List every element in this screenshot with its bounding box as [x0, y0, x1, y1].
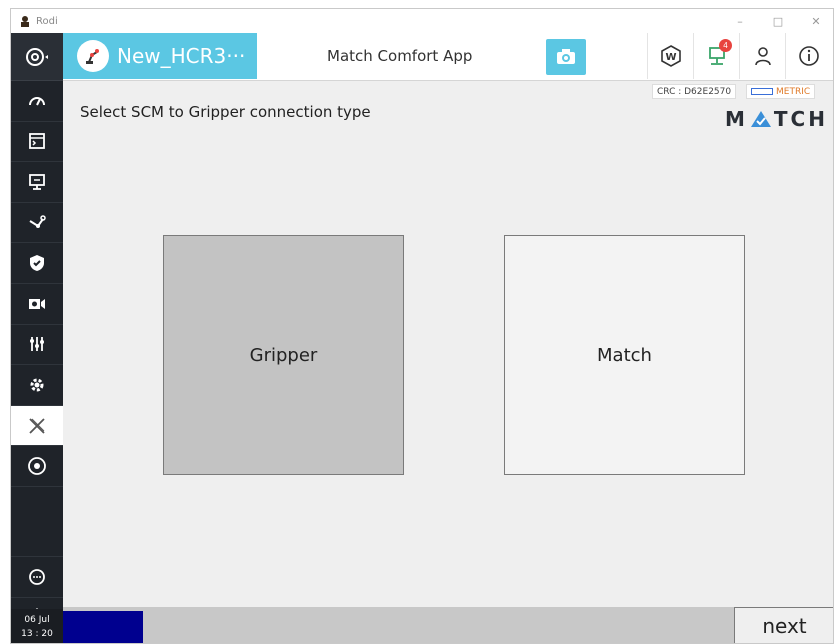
network-button[interactable]: 4	[693, 33, 739, 79]
info-button[interactable]	[785, 33, 831, 79]
camera-video-icon	[29, 298, 45, 309]
robot-avatar-icon	[77, 40, 109, 72]
svg-text:W: W	[665, 52, 676, 63]
robot-tab[interactable]: New_HCR3···	[63, 33, 257, 79]
sidebar-item-robot-arm[interactable]	[11, 203, 63, 244]
sliders-icon	[30, 337, 44, 352]
unit-label: METRIC	[776, 86, 811, 97]
maximize-button[interactable]: □	[759, 9, 797, 33]
info-icon	[798, 46, 819, 66]
progress-indicator	[63, 611, 143, 643]
unit-badge: METRIC	[746, 84, 816, 99]
logo-swirl-icon	[26, 47, 48, 66]
notification-badge: 4	[719, 39, 732, 52]
sidebar-logo-button[interactable]	[11, 33, 63, 81]
w-badge-button[interactable]: W	[647, 33, 693, 79]
app-icon	[21, 16, 29, 27]
gear-icon	[30, 378, 44, 392]
ruler-icon	[751, 88, 773, 95]
app-window: Rodi – □ ✕ 06 Jul 13: 20 New_HCR3··· Ma…	[10, 8, 834, 644]
robot-name: New_HCR3···	[117, 44, 246, 68]
sidebar-item-x-app[interactable]	[11, 405, 63, 447]
robot-arm-icon	[29, 214, 46, 228]
next-button[interactable]: next	[734, 607, 833, 643]
disc-icon	[28, 457, 46, 476]
sidebar-item-safety[interactable]	[11, 243, 63, 284]
camera-button[interactable]	[546, 39, 586, 75]
sidebar: 06 Jul 13 : 20	[11, 33, 63, 643]
sidebar-item-speed[interactable]	[11, 81, 63, 122]
match-option-button[interactable]: Match	[504, 235, 745, 475]
sidebar-item-terminal[interactable]	[11, 122, 63, 163]
chat-icon	[29, 568, 45, 585]
gripper-option-button[interactable]: Gripper	[163, 235, 404, 475]
terminal-icon	[29, 133, 45, 150]
speed-gauge-icon	[29, 96, 45, 106]
app-title: Match Comfort App	[327, 47, 473, 65]
sidebar-item-monitor[interactable]	[11, 162, 63, 203]
x-app-icon	[29, 417, 45, 434]
sidebar-spacer	[11, 487, 63, 557]
sidebar-item-settings[interactable]	[11, 365, 63, 406]
crc-badge: CRC : D62E2570	[652, 84, 737, 99]
close-button[interactable]: ✕	[797, 9, 833, 33]
window-controls: – □ ✕	[721, 9, 833, 33]
header-bar: New_HCR3··· Match Comfort App W 4	[63, 33, 833, 81]
minimize-button[interactable]: –	[721, 9, 759, 33]
page-prompt: Select SCM to Gripper connection type	[80, 103, 371, 121]
sidebar-item-disc[interactable]	[11, 446, 63, 487]
main-content: CRC : D62E2570 METRIC Select SCM to Grip…	[63, 81, 833, 607]
date-time-display: 06 Jul 13 : 20	[11, 609, 63, 643]
user-icon	[754, 47, 771, 66]
footer-bar: next	[63, 607, 833, 643]
monitor-icon	[29, 174, 45, 190]
title-bar: Rodi – □ ✕	[11, 9, 833, 33]
shield-icon	[30, 255, 44, 272]
camera-icon	[557, 49, 575, 64]
sidebar-item-camera[interactable]	[11, 284, 63, 325]
logo-a-mark-icon	[750, 111, 771, 127]
window-title: Rodi	[36, 15, 58, 27]
user-button[interactable]	[739, 33, 785, 79]
sidebar-item-chat[interactable]	[11, 557, 63, 598]
date-text: 06 Jul	[24, 615, 50, 625]
sidebar-item-settings-sliders[interactable]	[11, 325, 63, 366]
w-badge-icon: W	[660, 45, 681, 67]
match-logo: M TCH	[725, 107, 828, 131]
time-text: 13 : 20	[21, 629, 53, 639]
